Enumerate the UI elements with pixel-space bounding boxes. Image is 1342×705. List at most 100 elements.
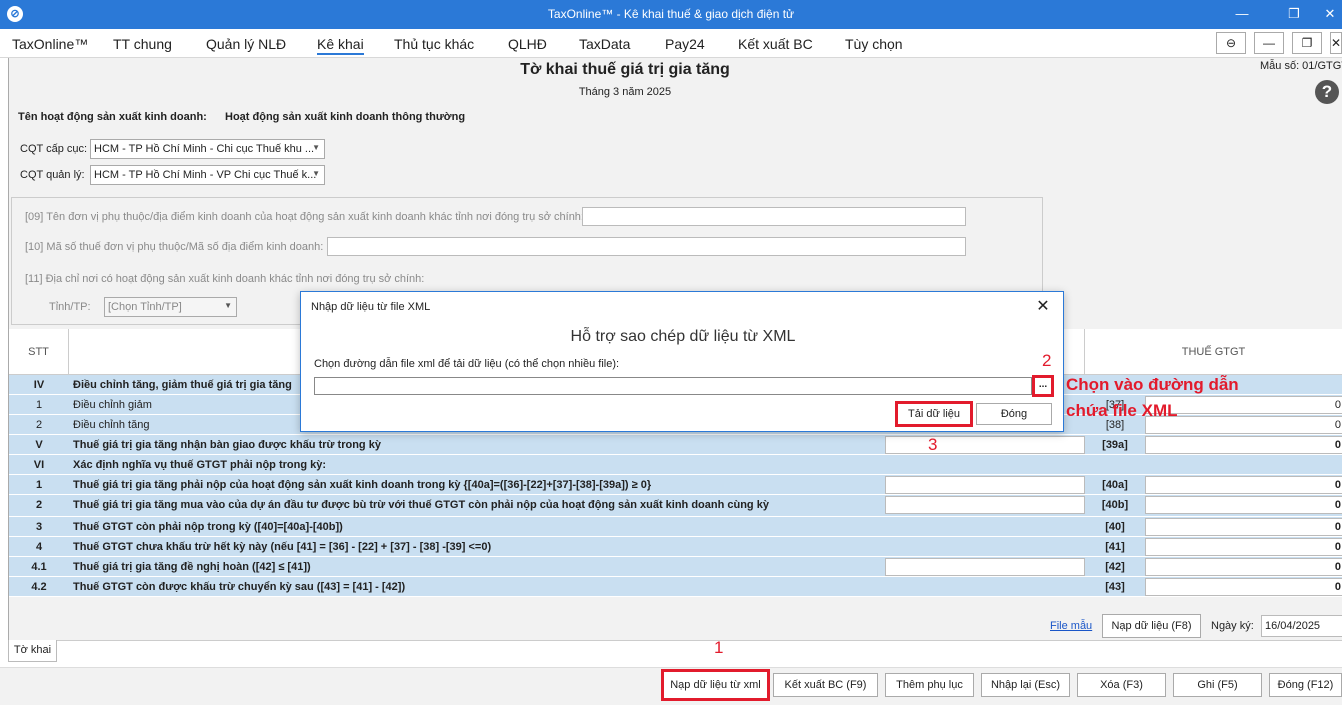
minimize-button[interactable]: —: [1222, 4, 1262, 24]
tab-to-khai[interactable]: Tờ khai: [8, 640, 57, 662]
menu-taxdata[interactable]: TaxData: [579, 36, 630, 52]
row-value: 0: [1334, 479, 1341, 491]
menu-pay24[interactable]: Pay24: [665, 36, 705, 52]
dialog-title: Nhập dữ liệu từ file XML: [311, 301, 431, 313]
menu-taxonline[interactable]: TaxOnline™: [12, 36, 88, 52]
table-row: 2 Thuế giá trị gia tăng mua vào của dự án…: [9, 495, 1342, 517]
sign-date-input[interactable]: 16/04/2025: [1261, 615, 1342, 637]
file-mau-link[interactable]: File mẫu: [1050, 620, 1092, 632]
row-value: 0: [1334, 439, 1341, 451]
field-09-input[interactable]: [582, 207, 966, 226]
form-period: Tháng 3 năm 2025: [578, 86, 672, 98]
row-stt: 4: [35, 541, 43, 553]
header-vat: THUẾ GTGT: [1085, 329, 1342, 375]
chevron-down-icon: ▼: [312, 169, 320, 178]
row-input[interactable]: [885, 476, 1085, 494]
province-select[interactable]: [Chọn Tỉnh/TP] ▼: [104, 297, 237, 317]
row-stt: 4.2: [31, 581, 47, 593]
row-stt: 2: [35, 419, 43, 431]
dialog-close-button[interactable]: Đóng: [976, 403, 1052, 425]
row-value: 0: [1334, 419, 1341, 431]
cqt-quan-ly-label: CQT quản lý:: [20, 169, 85, 181]
row-code: [40a]: [1102, 479, 1128, 491]
field-09-label: [09] Tên đơn vị phụ thuộc/địa điểm kinh …: [25, 211, 584, 223]
menu-quan-ly-nld[interactable]: Quản lý NLĐ: [206, 36, 286, 52]
row-value: 0: [1334, 499, 1341, 511]
cqt-cap-cuc-value: HCM - TP Hồ Chí Minh - Chi cục Thuế khu …: [94, 143, 315, 155]
row-code: [40b]: [1101, 499, 1129, 511]
row-content: Thuế giá trị gia tăng nhận bàn giao được…: [73, 439, 381, 451]
tab-strip: [8, 640, 1342, 662]
menu-tuy-chon[interactable]: Tùy chọn: [845, 36, 903, 52]
row-code: [39a]: [1102, 439, 1128, 451]
row-stt: V: [35, 439, 43, 451]
row-code: [43]: [1105, 581, 1125, 593]
row-code: [42]: [1105, 561, 1125, 573]
row-stt: IV: [33, 379, 45, 391]
window-title-bar: ⊘ TaxOnline™ - Kê khai thuế & giao dịch …: [0, 0, 1342, 29]
row-input[interactable]: [885, 436, 1085, 454]
row-input[interactable]: [885, 558, 1085, 576]
dialog-heading: Hỗ trợ sao chép dữ liệu từ XML: [570, 328, 796, 345]
menu-ke-khai[interactable]: Kê khai: [317, 36, 364, 55]
save-button[interactable]: Ghi (F5): [1173, 673, 1262, 697]
add-appendix-button[interactable]: Thêm phụ lục: [885, 673, 974, 697]
menu-qlhd[interactable]: QLHĐ: [508, 36, 547, 52]
path-input[interactable]: [314, 377, 1032, 395]
help-icon[interactable]: ?: [1315, 80, 1339, 104]
header-stt: STT: [9, 329, 69, 375]
export-bc-button[interactable]: Kết xuất BC (F9): [773, 673, 878, 697]
menu-tt-chung[interactable]: TT chung: [113, 36, 172, 52]
path-label: Chọn đường dẫn file xml để tải dữ liệu (…: [314, 358, 620, 370]
sign-date-label: Ngày ký:: [1211, 620, 1254, 632]
load-f8-button[interactable]: Nạp dữ liệu (F8): [1102, 614, 1201, 638]
row-stt: 1: [35, 399, 43, 411]
table-row: 4 Thuế GTGT chưa khấu trừ hết kỳ này (nếu…: [9, 537, 1342, 557]
province-value: [Chọn Tỉnh/TP]: [108, 301, 182, 313]
table-row: 1 Thuế giá trị gia tăng phải nộp của hoạt…: [9, 475, 1342, 495]
mdi-minimize-button[interactable]: —: [1254, 32, 1284, 54]
close-form-button[interactable]: Đóng (F12): [1269, 673, 1342, 697]
row-input[interactable]: [885, 496, 1085, 514]
table-row: V Thuế giá trị gia tăng nhận bàn giao đượ…: [9, 435, 1342, 455]
browse-button[interactable]: ...: [1032, 375, 1054, 397]
row-stt: 3: [35, 521, 43, 533]
activity-label: Tên hoạt động sản xuất kinh doanh:: [18, 111, 207, 123]
row-stt: 4.1: [31, 561, 47, 573]
table-row: 4.2 Thuế GTGT còn được khấu trừ chuyển kỳ…: [9, 577, 1342, 597]
chevron-down-icon: ▼: [312, 143, 320, 152]
row-content: Thuế giá trị gia tăng phải nộp của hoạt …: [73, 479, 652, 491]
maximize-button[interactable]: ❐: [1274, 4, 1314, 24]
delete-button[interactable]: Xóa (F3): [1077, 673, 1166, 697]
form-title: Tờ khai thuế giá trị gia tăng: [520, 61, 730, 78]
cqt-cap-cuc-label: CQT cấp cục:: [20, 143, 88, 155]
import-xml-dialog: Nhập dữ liệu từ file XML ✕ Hỗ trợ sao ch…: [300, 291, 1064, 432]
cqt-quan-ly-select[interactable]: HCM - TP Hồ Chí Minh - VP Chi cục Thuế k…: [90, 165, 325, 185]
row-content: Thuế giá trị gia tăng đề nghị hoàn ([42]…: [73, 561, 311, 573]
row-value: [1149, 455, 1341, 475]
mdi-restore-button[interactable]: ❐: [1292, 32, 1322, 54]
menu-thu-tuc-khac[interactable]: Thủ tục khác: [394, 36, 474, 52]
reenter-button[interactable]: Nhập lại (Esc): [981, 673, 1070, 697]
cqt-cap-cuc-select[interactable]: HCM - TP Hồ Chí Minh - Chi cục Thuế khu …: [90, 139, 325, 159]
field-10-input[interactable]: [327, 237, 966, 256]
annotation-hint-line-1: Chọn vào đường dẫn: [1066, 375, 1239, 394]
mdi-close-button[interactable]: ✕: [1330, 32, 1342, 54]
annotation-number-1: 1: [714, 638, 724, 657]
dialog-close-icon[interactable]: ✕: [1031, 295, 1055, 319]
row-code: [1085, 455, 1145, 475]
close-window-button[interactable]: ✕: [1318, 4, 1342, 24]
row-content: Thuế GTGT còn được khấu trừ chuyển kỳ sa…: [73, 581, 406, 593]
row-content: Thuế GTGT còn phải nộp trong kỳ ([40]=[4…: [73, 521, 343, 533]
cqt-quan-ly-value: HCM - TP Hồ Chí Minh - VP Chi cục Thuế k…: [94, 169, 317, 181]
row-content: Thuế giá trị gia tăng mua vào của dự án …: [73, 499, 769, 511]
mdi-collapse-icon[interactable]: ⊖: [1216, 32, 1246, 54]
menu-bar: TaxOnline™ TT chung Quản lý NLĐ Kê khai …: [0, 29, 1342, 58]
load-data-button[interactable]: Tải dữ liệu: [895, 401, 973, 427]
menu-ket-xuat-bc[interactable]: Kết xuất BC: [738, 36, 813, 52]
row-content: Thuế GTGT chưa khấu trừ hết kỳ này (nếu …: [73, 541, 492, 553]
load-xml-button[interactable]: Nạp dữ liệu từ xml: [661, 669, 770, 701]
row-value: 0: [1334, 521, 1341, 533]
row-value: 0: [1334, 541, 1341, 553]
activity-value: Hoạt động sản xuất kinh doanh thông thườ…: [225, 111, 466, 123]
